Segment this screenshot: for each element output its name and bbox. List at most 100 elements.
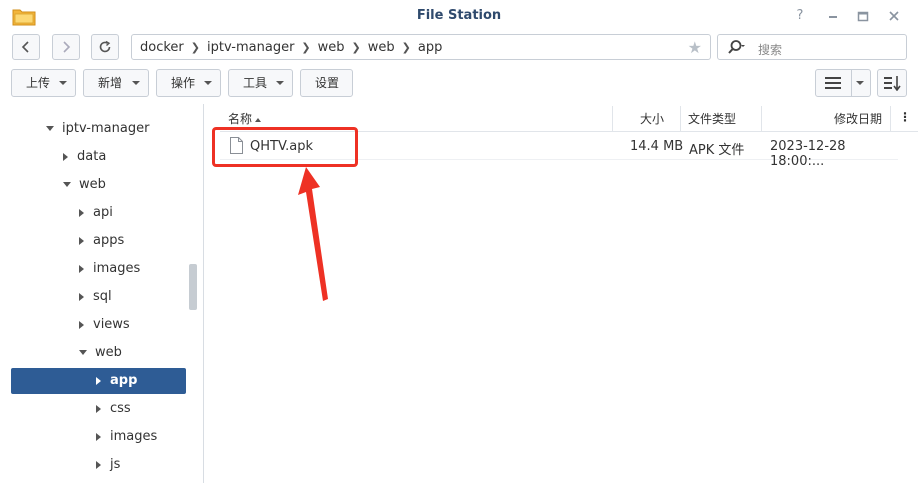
window-title: File Station	[416, 8, 502, 23]
breadcrumb-separator-icon: ❯	[301, 41, 311, 54]
chevron-down-icon	[856, 81, 864, 85]
caret-right-icon[interactable]	[79, 320, 84, 329]
view-mode-button[interactable]	[815, 69, 871, 97]
tree-item[interactable]: web	[63, 172, 106, 198]
column-divider[interactable]	[612, 106, 613, 132]
caret-right-icon[interactable]	[96, 404, 101, 413]
caret-down-icon[interactable]	[79, 350, 87, 355]
tree-item-label: web	[79, 177, 106, 192]
path-bar[interactable]: docker ❯ iptv-manager ❯ web ❯ web ❯ app …	[131, 34, 711, 60]
chevron-down-icon	[276, 81, 284, 85]
chevron-left-icon	[21, 41, 29, 53]
breadcrumb-item[interactable]: web	[368, 40, 395, 55]
sidebar-scrollbar[interactable]	[189, 264, 197, 310]
tree-item[interactable]: data	[63, 144, 106, 170]
tools-label: 工具	[243, 76, 268, 90]
chevron-right-icon	[63, 41, 71, 53]
caret-right-icon[interactable]	[63, 152, 68, 161]
column-header-type[interactable]: 文件类型	[688, 110, 736, 127]
forward-button[interactable]	[52, 34, 80, 60]
search-input[interactable]: 搜索	[758, 41, 782, 58]
tree-item[interactable]: apps	[79, 228, 124, 254]
file-type: APK 文件	[689, 143, 745, 158]
action-button[interactable]: 操作	[156, 69, 221, 97]
column-header-size[interactable]: 大小	[640, 110, 664, 127]
create-label: 新增	[98, 76, 123, 90]
breadcrumb-item[interactable]: web	[318, 40, 345, 55]
tree-item-selected[interactable]: app	[11, 368, 186, 394]
tree-item[interactable]: css	[96, 396, 131, 422]
tree-item[interactable]: iptv-manager	[46, 116, 149, 142]
chevron-down-icon	[132, 81, 140, 85]
maximize-icon[interactable]	[855, 8, 871, 24]
breadcrumb-item[interactable]: iptv-manager	[207, 40, 294, 55]
sort-icon	[884, 76, 901, 91]
caret-down-icon[interactable]	[46, 126, 54, 131]
close-icon[interactable]	[886, 8, 902, 24]
title-bar: File Station ?	[0, 0, 918, 32]
tree-item-label: views	[93, 317, 130, 332]
list-view-icon	[825, 77, 841, 89]
breadcrumb-item[interactable]: docker	[140, 40, 184, 55]
column-options-icon[interactable]: ⋮	[899, 110, 911, 124]
tree-item-label: sql	[93, 289, 112, 304]
search-field[interactable]: 搜索	[717, 34, 907, 60]
refresh-button[interactable]	[91, 34, 119, 60]
annotation-arrow-icon	[298, 167, 328, 301]
tree-item-label: images	[110, 429, 158, 444]
column-header-modified[interactable]: 修改日期	[834, 110, 882, 127]
file-modified: 2023-12-28 18:00:...	[770, 139, 846, 169]
breadcrumb-separator-icon: ❯	[401, 41, 411, 54]
create-button[interactable]: 新增	[83, 69, 149, 97]
settings-label: 设置	[315, 76, 340, 90]
column-divider[interactable]	[890, 106, 891, 132]
tree-item[interactable]: images	[79, 256, 140, 282]
caret-right-icon[interactable]	[96, 460, 101, 469]
highlight-box	[212, 127, 358, 167]
tree-item-label: web	[95, 345, 122, 360]
tree-item[interactable]: api	[79, 200, 113, 226]
tools-button[interactable]: 工具	[228, 69, 293, 97]
settings-button[interactable]: 设置	[300, 69, 353, 97]
star-icon[interactable]: ★	[688, 38, 702, 57]
tree-item[interactable]: sql	[79, 284, 112, 310]
chevron-down-icon	[204, 81, 212, 85]
caret-down-icon[interactable]	[63, 182, 71, 187]
tree-item[interactable]: images	[96, 424, 157, 450]
caret-right-icon[interactable]	[79, 292, 84, 301]
breadcrumb-separator-icon: ❯	[190, 41, 200, 54]
caret-right-icon[interactable]	[79, 264, 84, 273]
upload-label: 上传	[26, 76, 51, 90]
caret-right-icon[interactable]	[79, 236, 84, 245]
column-header-name[interactable]: 名称	[228, 110, 262, 127]
column-divider[interactable]	[680, 106, 681, 132]
tree-item-label: js	[110, 457, 121, 472]
sort-button[interactable]	[877, 69, 907, 97]
tree-item-label: apps	[93, 233, 125, 248]
folder-tree: · · · iptv-manager data web api apps ima…	[0, 104, 204, 483]
tree-item-label: api	[93, 205, 113, 220]
breadcrumb: docker ❯ iptv-manager ❯ web ❯ web ❯ app	[140, 40, 442, 55]
tree-item[interactable]: views	[79, 312, 130, 338]
caret-right-icon[interactable]	[79, 208, 84, 217]
caret-right-icon[interactable]	[96, 376, 101, 385]
tree-item-label: data	[77, 149, 107, 164]
tree-item[interactable]: js	[96, 452, 120, 478]
action-label: 操作	[171, 76, 196, 90]
help-icon[interactable]: ?	[792, 8, 808, 24]
file-size: 14.4 MB	[630, 139, 684, 154]
tree-row-clipped: · · ·	[60, 104, 76, 105]
search-icon[interactable]	[727, 39, 745, 55]
chevron-down-icon	[59, 81, 67, 85]
tree-item-label: css	[110, 401, 131, 416]
refresh-icon	[99, 40, 111, 53]
breadcrumb-separator-icon: ❯	[351, 41, 361, 54]
back-button[interactable]	[12, 34, 40, 60]
caret-right-icon[interactable]	[96, 432, 101, 441]
upload-button[interactable]: 上传	[11, 69, 76, 97]
minimize-icon[interactable]	[825, 8, 841, 24]
column-divider[interactable]	[761, 106, 762, 132]
sort-ascending-icon	[255, 117, 262, 122]
tree-item[interactable]: web	[79, 340, 122, 366]
breadcrumb-item[interactable]: app	[418, 40, 442, 55]
